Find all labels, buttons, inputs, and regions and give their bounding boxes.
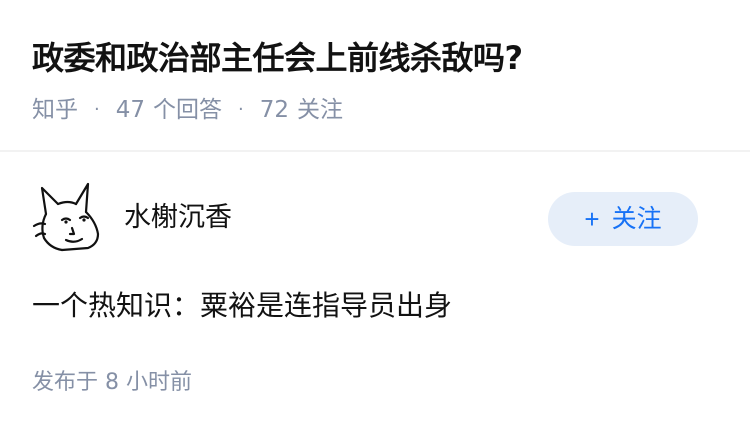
follow-label: 关注 [611, 205, 662, 233]
answer-count-label[interactable]: 个回答 [153, 94, 222, 126]
plus-icon: + [584, 204, 600, 234]
answer-count[interactable]: 47 [116, 94, 145, 126]
dog-face-sketch-icon [32, 182, 100, 252]
meta-separator: · [94, 99, 100, 120]
publish-label: 发布于 [32, 370, 99, 395]
question-header: 政委和政治部主任会上前线杀敌吗? 知乎 · 47 个回答 · 72 关注 [0, 0, 750, 150]
follower-count-label[interactable]: 关注 [297, 94, 343, 126]
follow-button[interactable]: + 关注 [548, 192, 698, 246]
question-title[interactable]: 政委和政治部主任会上前线杀敌吗? [32, 36, 523, 80]
answer-content[interactable]: 一个热知识：粟裕是连指导员出身 [32, 286, 452, 326]
answer-time[interactable]: 发布于 8 小时前 [32, 368, 192, 398]
avatar[interactable] [32, 182, 104, 254]
meta-separator: · [238, 99, 244, 120]
follower-count[interactable]: 72 [260, 94, 289, 126]
question-meta: 知乎 · 47 个回答 · 72 关注 [32, 94, 343, 126]
author-name[interactable]: 水榭沉香 [124, 200, 232, 236]
publish-time: 8 小时前 [105, 370, 193, 395]
site-name[interactable]: 知乎 [32, 94, 78, 126]
page: 政委和政治部主任会上前线杀敌吗? 知乎 · 47 个回答 · 72 关注 水榭沉… [0, 0, 750, 434]
answer-card: 水榭沉香 + 关注 一个热知识：粟裕是连指导员出身 发布于 8 小时前 [0, 152, 750, 434]
